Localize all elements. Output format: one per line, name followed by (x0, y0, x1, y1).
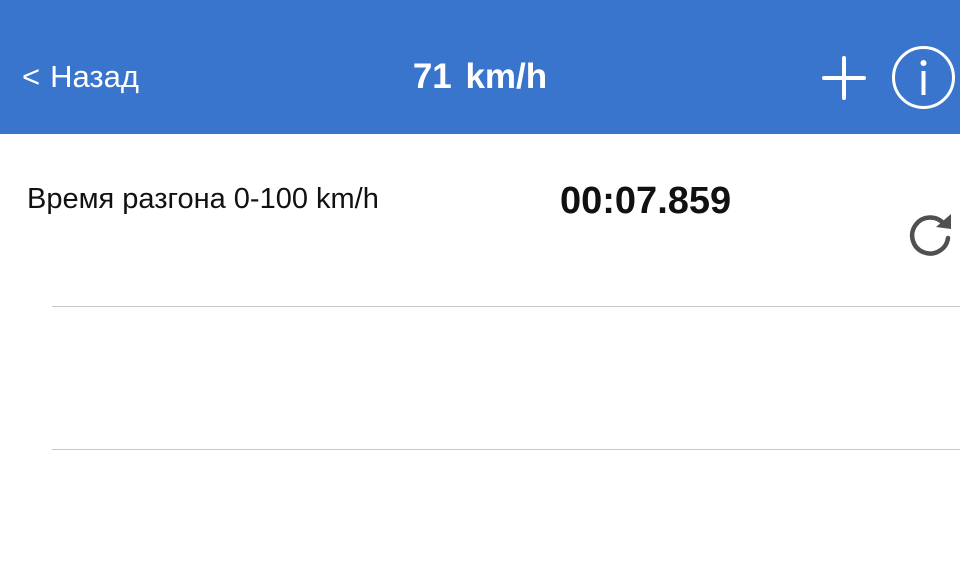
acceleration-time: 00:07.859 (560, 180, 732, 222)
info-button[interactable] (891, 45, 956, 110)
navigation-bar: < Назад 71 km/h (0, 0, 960, 134)
refresh-button[interactable] (904, 210, 956, 262)
acceleration-label: Время разгона 0-100 km/h (27, 183, 379, 215)
plus-icon (822, 56, 866, 100)
add-button[interactable] (820, 54, 868, 102)
info-icon (892, 46, 955, 109)
page-title: 71 km/h (412, 57, 548, 96)
separator (52, 449, 960, 450)
refresh-icon (909, 214, 951, 256)
separator (52, 306, 960, 307)
